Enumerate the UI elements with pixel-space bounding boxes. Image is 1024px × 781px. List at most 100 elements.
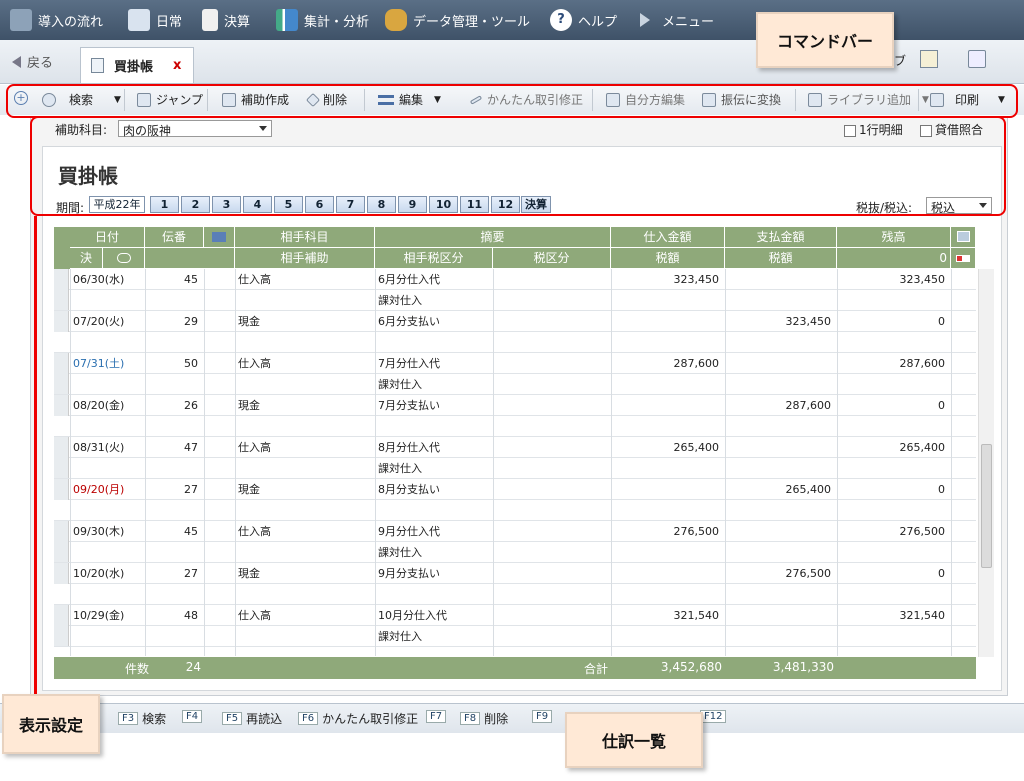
opening-balance: 0: [837, 248, 951, 269]
battery-icon: [956, 255, 970, 262]
grid-line: [375, 269, 376, 656]
fkey-text: 再読込: [246, 712, 283, 726]
tab-partial-label: ブ: [894, 54, 907, 68]
cell-payment: [728, 353, 834, 374]
fkey-f5[interactable]: F5 再読込: [222, 710, 282, 727]
cell-voucher: 48: [184, 609, 198, 622]
cell-voucher: 45: [184, 273, 198, 286]
grid-line: [951, 269, 952, 656]
cell-voucher: 29: [184, 315, 198, 328]
col-counter-sub[interactable]: 相手補助: [235, 248, 375, 269]
command-bar-highlight: [6, 84, 1018, 118]
cell-account: 現金: [238, 399, 260, 412]
fkey-f9[interactable]: F9: [532, 710, 556, 723]
cell-tax-class: 課対仕入: [378, 462, 422, 475]
fkey-label: F8: [460, 712, 481, 725]
cell-purchase: [614, 311, 722, 332]
cell-account: 現金: [238, 483, 260, 496]
cell-date: 08/20(金): [73, 399, 125, 412]
col-counter-tax[interactable]: 相手税区分: [375, 248, 493, 269]
close-tab-icon[interactable]: x: [173, 58, 181, 73]
cell-payment: [728, 605, 834, 626]
menu-data-tools[interactable]: データ管理・ツール: [385, 8, 530, 32]
fkey-label: F12: [700, 710, 727, 723]
grid-line: [235, 269, 236, 656]
cell-balance: 265,400: [899, 441, 946, 454]
fkey-f6[interactable]: F6 かんたん取引修正: [298, 710, 418, 727]
menu-daily[interactable]: 日常: [128, 8, 182, 32]
menu-menu[interactable]: メニュー: [640, 8, 714, 32]
display-settings-highlight: [30, 116, 1006, 216]
col-payment[interactable]: 支払金額: [725, 227, 837, 248]
cell-voucher: 27: [184, 567, 198, 580]
cell-account: 仕入高: [238, 357, 271, 370]
col-voucher[interactable]: 伝番: [145, 227, 204, 248]
col-payment-tax[interactable]: 税額: [725, 248, 837, 269]
col-balance[interactable]: 残高: [837, 227, 951, 248]
fkey-f4[interactable]: F4: [182, 710, 206, 723]
callout-journal-list: 仕訳一覧: [565, 712, 703, 768]
col-purchase-tax[interactable]: 税額: [611, 248, 725, 269]
cell-tax-class: [378, 416, 490, 437]
cell-purchase: [614, 479, 722, 500]
col-tax-class[interactable]: 税区分: [493, 248, 611, 269]
col-blank: [145, 248, 235, 269]
fkey-f3[interactable]: F3 検索: [118, 710, 166, 727]
fkey-label: F5: [222, 712, 243, 725]
cell-voucher: 27: [184, 483, 198, 496]
cell-purchase: 265,400: [673, 441, 720, 454]
fkey-text: 検索: [142, 712, 167, 726]
menu-analysis[interactable]: 集計・分析: [276, 8, 369, 32]
cell-payment: [728, 521, 834, 542]
pen-icon: [128, 9, 150, 31]
cell-tax-class: 課対仕入: [378, 630, 422, 643]
grid-scrollbar[interactable]: [978, 269, 994, 657]
cell-tax-class: [378, 584, 490, 605]
fkey-f8[interactable]: F8 削除: [460, 710, 508, 727]
display-settings-pointer: [34, 216, 37, 696]
cell-account: 現金: [238, 567, 260, 580]
fkey-f7[interactable]: F7: [426, 710, 450, 723]
col-memo[interactable]: 摘要: [375, 227, 611, 248]
fkey-label: F6: [298, 712, 319, 725]
cell-balance: 0: [938, 399, 945, 412]
chart-icon: [276, 9, 298, 31]
col-counter-account[interactable]: 相手科目: [235, 227, 375, 248]
total-label: 合計: [583, 662, 608, 676]
callout-display-settings: 表示設定: [2, 694, 100, 754]
menu-closing[interactable]: 決算: [202, 8, 250, 32]
cell-account: 仕入高: [238, 441, 271, 454]
cell-tax-class: [378, 332, 490, 353]
cell-date: 07/31(土): [73, 357, 125, 370]
cell-account: 仕入高: [238, 525, 271, 538]
col-icon-settings[interactable]: [204, 227, 235, 248]
col-attachment[interactable]: [103, 248, 145, 269]
grid-line: [837, 269, 838, 656]
cell-balance: 276,500: [899, 525, 946, 538]
col-edit[interactable]: [951, 227, 976, 248]
cell-purchase: 287,600: [673, 357, 720, 370]
cell-payment: [728, 437, 834, 458]
cell-payment: [728, 269, 834, 290]
settings-window-icon[interactable]: [920, 50, 938, 68]
fkey-label: F3: [118, 712, 139, 725]
cell-tax-class: [378, 500, 490, 521]
cell-balance: 0: [938, 315, 945, 328]
menu-intro-flow[interactable]: 導入の流れ: [10, 8, 103, 32]
col-purchase[interactable]: 仕入金額: [611, 227, 725, 248]
menu-help[interactable]: ? ヘルプ: [550, 8, 617, 32]
back-button[interactable]: 戻る: [12, 52, 53, 71]
cell-voucher: 47: [184, 441, 198, 454]
fkey-f12[interactable]: F12: [700, 710, 730, 723]
col-settled[interactable]: 決: [70, 248, 103, 269]
fkey-text: 削除: [484, 712, 509, 726]
cell-balance: 323,450: [899, 273, 946, 286]
close-window-icon[interactable]: [968, 50, 986, 68]
cell-date: 09/20(月): [73, 483, 125, 496]
col-date[interactable]: 日付: [70, 227, 145, 248]
grid-line: [611, 269, 612, 656]
cell-tax-class: 課対仕入: [378, 546, 422, 559]
tab-accounts-payable[interactable]: 買掛帳 x: [80, 47, 194, 83]
cell-voucher: 26: [184, 399, 198, 412]
scrollbar-thumb[interactable]: [981, 444, 992, 568]
